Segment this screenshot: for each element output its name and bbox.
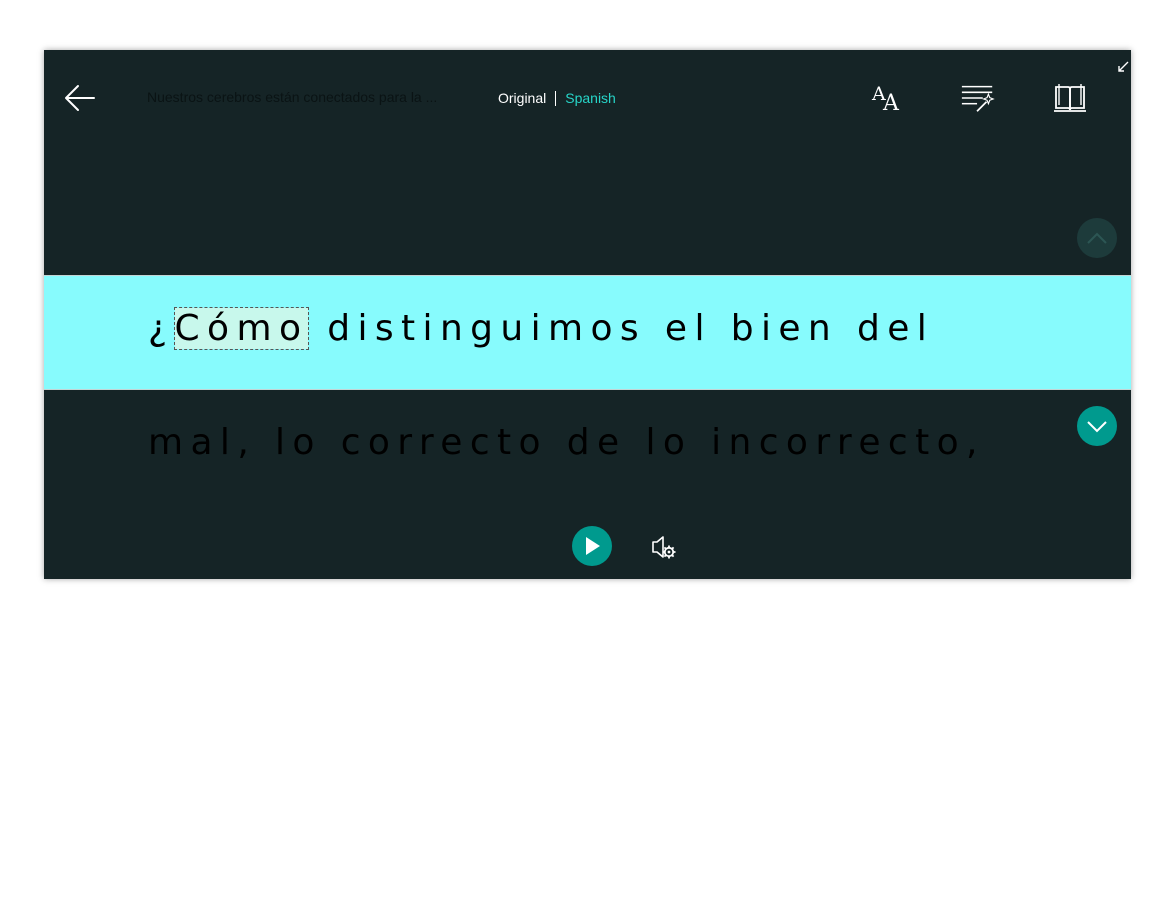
active-line: ¿Cómo distinguimos el bien del	[148, 307, 935, 350]
text-size-icon: A A	[871, 83, 900, 113]
book-icon	[1054, 84, 1086, 112]
language-toggle: Original Spanish	[498, 90, 616, 106]
collapse-arrow-icon	[1118, 61, 1129, 72]
reading-preferences-button[interactable]	[1052, 80, 1088, 116]
original-language-option[interactable]: Original	[498, 90, 546, 106]
next-line-button[interactable]	[1077, 406, 1117, 446]
line-rest: distinguimos el bien del	[308, 308, 935, 349]
voice-settings-button[interactable]	[649, 532, 679, 562]
language-divider	[555, 90, 557, 106]
back-button[interactable]	[62, 82, 98, 114]
chevron-up-icon	[1087, 232, 1107, 244]
svg-text:A: A	[882, 91, 900, 113]
grammar-options-icon	[961, 85, 995, 112]
play-icon	[586, 537, 600, 555]
chevron-down-icon	[1087, 421, 1107, 433]
immersive-reader: Nuestros cerebros están conectados para …	[44, 50, 1131, 579]
voice-settings-icon	[652, 536, 676, 559]
text-preferences-button[interactable]: A A	[870, 80, 906, 116]
current-word[interactable]: Cómo	[173, 307, 310, 350]
back-arrow-icon	[65, 85, 95, 111]
grammar-options-button[interactable]	[960, 80, 996, 116]
translated-language-option[interactable]: Spanish	[565, 90, 616, 106]
document-title: Nuestros cerebros están conectados para …	[147, 89, 438, 105]
play-button[interactable]	[572, 526, 612, 566]
current-line-highlight: ¿Cómo distinguimos el bien del	[44, 275, 1131, 390]
next-line: mal, lo correcto de lo incorrecto,	[148, 422, 985, 463]
previous-line-button[interactable]	[1077, 218, 1117, 258]
exit-fullscreen-button[interactable]	[1117, 60, 1129, 72]
line-prefix: ¿	[148, 308, 175, 349]
